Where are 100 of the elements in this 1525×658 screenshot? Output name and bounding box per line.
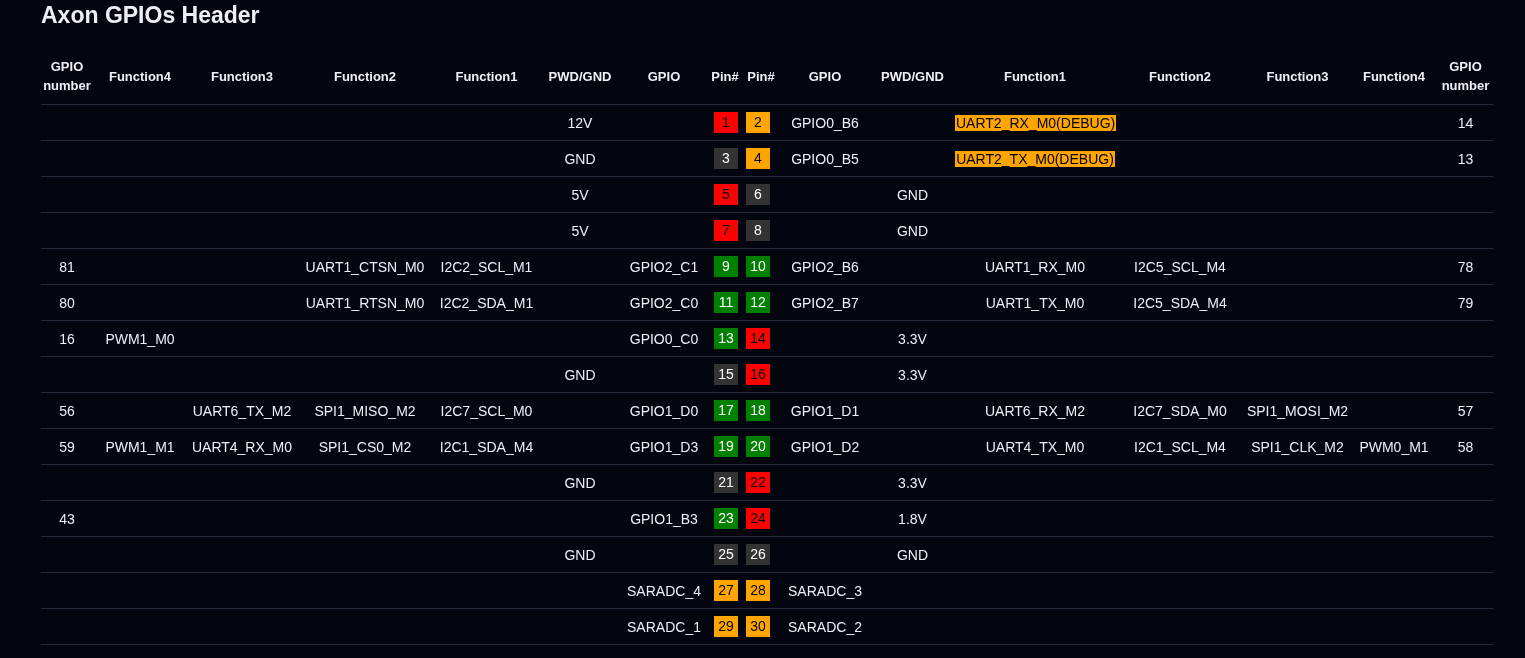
- column-header: Pin#: [711, 67, 739, 86]
- pin-number-badge: 29: [714, 616, 738, 637]
- pin-number-badge: 10: [746, 256, 770, 277]
- gpio-name: GPIO1_D0: [629, 402, 699, 419]
- pin-number-badge: 17: [714, 400, 738, 421]
- pin-number-badge: 14: [746, 328, 770, 349]
- gpio-name: SARADC_4: [627, 582, 701, 599]
- column-header: Function1: [1003, 67, 1067, 86]
- column-header: Pin#: [747, 67, 775, 86]
- gpio-number: 59: [59, 438, 75, 455]
- pin-number-badge: 25: [714, 544, 738, 565]
- pin-number-badge: 24: [746, 508, 770, 529]
- pin-number-badge: 2: [746, 112, 770, 133]
- pin-number-badge: 4: [746, 148, 770, 169]
- pin-number-badge: 7: [714, 220, 738, 241]
- column-header: GPIO: [647, 67, 681, 86]
- function-name: UART1_RTSN_M0: [305, 294, 425, 311]
- power-label: 3.3V: [898, 366, 927, 383]
- power-label: GND: [896, 186, 929, 203]
- gpio-name: SARADC_1: [627, 618, 701, 635]
- gpio-number: 43: [59, 510, 75, 527]
- column-header: Function4: [108, 67, 172, 86]
- gpio-number: 13: [1457, 150, 1474, 167]
- pin-number-badge: 16: [746, 364, 770, 385]
- pin-number-badge: 21: [714, 472, 738, 493]
- column-header: Function1: [455, 67, 518, 86]
- power-label: 12V: [567, 114, 593, 131]
- gpio-name: GPIO0_C0: [629, 330, 699, 347]
- gpio-number: 56: [59, 402, 75, 419]
- function-name: I2C5_SDA_M4: [1133, 294, 1227, 311]
- gpio-number: 81: [59, 258, 75, 275]
- pin-number-badge: 30: [746, 616, 770, 637]
- power-label: 3.3V: [898, 330, 927, 347]
- gpio-name: GPIO1_B3: [630, 510, 698, 527]
- power-label: GND: [564, 546, 596, 563]
- function-name: I2C1_SCL_M4: [1134, 438, 1226, 455]
- power-label: GND: [564, 366, 596, 383]
- function-name: UART4_RX_M0: [191, 438, 293, 455]
- highlighted-function-name: UART2_RX_M0(DEBUG): [955, 114, 1117, 131]
- gpio-name: GPIO1_D2: [790, 438, 860, 455]
- column-header: GPIO number: [1440, 58, 1491, 95]
- function-name: UART6_TX_M2: [192, 402, 292, 419]
- function-name: PWM1_M1: [105, 438, 175, 455]
- gpio-number: 16: [59, 330, 75, 347]
- gpio-name: GPIO2_C1: [629, 258, 699, 275]
- highlighted-function-name: UART2_TX_M0(DEBUG): [955, 150, 1115, 167]
- function-name: UART1_CTSN_M0: [305, 258, 425, 275]
- gpio-number: 57: [1457, 402, 1474, 419]
- gpio-name: GPIO0_B5: [791, 150, 859, 167]
- function-name: I2C7_SDA_M0: [1133, 402, 1227, 419]
- function-name: PWM0_M1: [1359, 438, 1429, 455]
- function-name: PWM1_M0: [105, 330, 175, 347]
- pin-number-badge: 18: [746, 400, 770, 421]
- pin-number-badge: 20: [746, 436, 770, 457]
- column-header: GPIO: [808, 67, 842, 86]
- function-name: SPI1_MISO_M2: [314, 402, 416, 419]
- pin-number-badge: 28: [746, 580, 770, 601]
- column-header: GPIO number: [42, 58, 92, 95]
- function-name: UART1_RX_M0: [984, 258, 1086, 275]
- pin-number-badge: 9: [714, 256, 738, 277]
- pin-number-badge: 3: [714, 148, 738, 169]
- function-name: I2C5_SCL_M4: [1134, 258, 1226, 275]
- gpio-number: 79: [1457, 294, 1474, 311]
- column-header: PWD/GND: [881, 67, 944, 86]
- function-name: I2C7_SCL_M0: [440, 402, 533, 419]
- gpio-name: GPIO2_B6: [791, 258, 859, 275]
- pin-number-badge: 22: [746, 472, 770, 493]
- power-label: GND: [896, 546, 929, 563]
- pin-number-badge: 8: [746, 220, 770, 241]
- column-header: Function4: [1362, 67, 1426, 86]
- gpio-number: 14: [1457, 114, 1474, 131]
- gpio-name: SARADC_2: [788, 618, 862, 635]
- function-name: UART6_RX_M2: [984, 402, 1086, 419]
- function-name: SPI1_CS0_M2: [318, 438, 412, 455]
- column-header: Function3: [210, 67, 274, 86]
- gpio-name: GPIO1_D3: [629, 438, 699, 455]
- gpio-name: GPIO2_C0: [629, 294, 699, 311]
- gpio-name: GPIO2_B7: [791, 294, 859, 311]
- power-label: 5V: [571, 186, 589, 203]
- power-label: GND: [896, 222, 929, 239]
- column-header: Function2: [1148, 67, 1212, 86]
- function-name: UART1_TX_M0: [985, 294, 1085, 311]
- power-label: GND: [564, 150, 596, 167]
- power-label: 5V: [571, 222, 589, 239]
- function-name: I2C1_SDA_M4: [439, 438, 534, 455]
- gpio-number: 58: [1457, 438, 1474, 455]
- gpio-number: 78: [1457, 258, 1474, 275]
- pin-number-badge: 27: [714, 580, 738, 601]
- power-label: GND: [564, 474, 596, 491]
- function-name: SPI1_MOSI_M2: [1246, 402, 1349, 419]
- pin-number-badge: 1: [714, 112, 738, 133]
- gpio-name: SARADC_3: [788, 582, 862, 599]
- gpio-name: GPIO1_D1: [790, 402, 860, 419]
- function-name: I2C2_SDA_M1: [439, 294, 534, 311]
- pin-number-badge: 11: [714, 292, 738, 313]
- column-header: Function2: [333, 67, 397, 86]
- gpio-name: GPIO0_B6: [791, 114, 859, 131]
- column-header: PWD/GND: [548, 67, 612, 86]
- pin-number-badge: 6: [746, 184, 770, 205]
- function-name: SPI1_CLK_M2: [1251, 438, 1344, 455]
